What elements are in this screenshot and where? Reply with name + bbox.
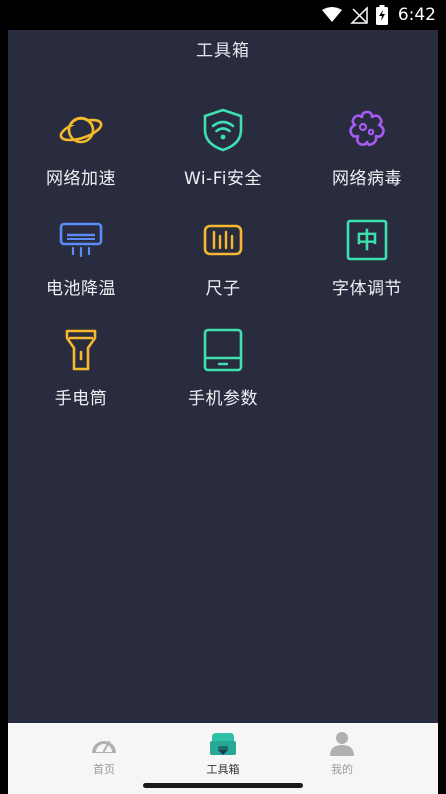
tool-flashlight[interactable]: 手电筒 (8, 328, 154, 428)
virus-icon (349, 110, 385, 146)
tool-ruler[interactable]: 尺子 (150, 218, 296, 318)
status-time: 6:42 (397, 5, 436, 25)
page-title: 工具箱 (196, 41, 250, 61)
status-bar: 6:42 (0, 0, 446, 30)
tab-toolbox[interactable]: 工具箱 (183, 731, 263, 779)
tool-wifi-security[interactable]: Wi-Fi安全 (150, 108, 296, 208)
tab-home[interactable]: 首页 (64, 731, 144, 779)
tool-battery-cooling[interactable]: 电池降温 (8, 218, 154, 318)
tab-mine[interactable]: 我的 (302, 731, 382, 779)
tab-label: 工具箱 (206, 763, 240, 776)
ruler-icon (203, 224, 243, 256)
wifi-signal-icon (321, 7, 342, 22)
planet-icon (59, 116, 103, 144)
svg-text:中: 中 (356, 229, 378, 254)
toolbox-icon (210, 733, 236, 755)
battery-charging-icon (375, 5, 388, 25)
home-indicator[interactable] (143, 783, 303, 788)
tool-network-virus[interactable]: 网络病毒 (294, 108, 440, 208)
tool-label: 网络加速 (46, 169, 116, 189)
cell-signal-icon (350, 6, 368, 24)
tool-font-size[interactable]: 中 字体调节 (294, 218, 440, 318)
air-conditioner-icon (59, 222, 103, 258)
phone-info-icon (203, 328, 243, 372)
tool-phone-info[interactable]: 手机参数 (150, 328, 296, 428)
tool-label: 网络病毒 (332, 169, 402, 189)
user-icon (330, 732, 354, 756)
toolbox-screen: 工具箱 网络加速 Wi-Fi安全 网络病毒 电池降温 尺子 中 字体调节 手电筒… (8, 30, 438, 723)
flashlight-icon (65, 329, 97, 371)
tool-label: 尺子 (205, 279, 241, 299)
tool-network-boost[interactable]: 网络加速 (8, 108, 154, 208)
tool-label: 手电筒 (54, 389, 108, 409)
tool-label: 电池降温 (46, 279, 116, 299)
tab-label: 首页 (93, 763, 115, 776)
tool-label: 字体调节 (332, 279, 402, 299)
tool-label: 手机参数 (188, 389, 258, 409)
tab-label: 我的 (331, 763, 353, 776)
wifi-shield-icon (203, 108, 243, 152)
speedometer-icon (92, 740, 116, 753)
tool-label: Wi-Fi安全 (183, 169, 263, 189)
font-zhong-icon: 中 (346, 219, 388, 261)
